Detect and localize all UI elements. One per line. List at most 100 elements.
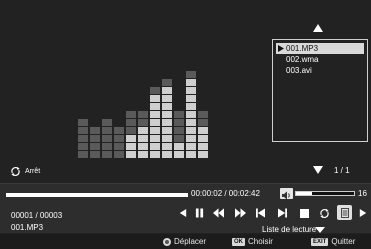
time-display: 00:00:02 / 00:02:42 — [191, 189, 260, 198]
hint-exit-label: Quitter — [331, 237, 356, 246]
rewind-icon — [212, 208, 224, 218]
hint-ok: OK Choisir — [232, 237, 273, 246]
equalizer-cell — [162, 103, 172, 110]
playlist-list: 001.MP3 002.wma 003.avi — [272, 39, 368, 142]
speaker-icon[interactable] — [280, 188, 293, 200]
skip-next-button[interactable] — [276, 207, 288, 219]
equalizer-cell — [102, 135, 112, 142]
exit-key: EXIT — [311, 237, 329, 246]
equalizer-cell — [162, 119, 172, 126]
repeat-button[interactable] — [318, 207, 330, 219]
equalizer-cell — [186, 95, 196, 102]
equalizer-cell — [162, 87, 172, 94]
equalizer-cell — [78, 127, 88, 134]
playlist-item[interactable]: 003.avi — [276, 65, 364, 76]
arrow-right-icon — [359, 209, 367, 217]
fast-forward-icon — [234, 208, 246, 218]
equalizer-cell — [90, 135, 100, 142]
hint-ok-label: Choisir — [248, 237, 273, 246]
equalizer-cell — [162, 79, 172, 86]
equalizer-cell — [138, 151, 148, 158]
equalizer-cell — [78, 151, 88, 158]
equalizer-cell — [102, 143, 112, 150]
equalizer-cell — [174, 135, 184, 142]
hint-exit: EXIT Quitter — [311, 237, 355, 246]
equalizer-cell — [186, 103, 196, 110]
equalizer-cell — [126, 119, 136, 126]
equalizer-cell — [150, 87, 160, 94]
triangle-up-icon[interactable] — [313, 24, 323, 32]
arrow-left-button[interactable] — [177, 207, 189, 219]
equalizer-cell — [114, 127, 124, 134]
equalizer-cell — [150, 111, 160, 118]
equalizer-cell — [186, 151, 196, 158]
arrow-left-icon — [179, 209, 187, 217]
playlist-item-label: 003.avi — [286, 66, 312, 75]
pause-button[interactable] — [193, 207, 205, 219]
equalizer-cell — [186, 135, 196, 142]
equalizer-cell — [78, 135, 88, 142]
triangle-down-icon[interactable] — [313, 166, 323, 174]
equalizer-cell — [162, 135, 172, 142]
triangle-down-icon[interactable] — [315, 227, 325, 233]
ok-key: OK — [232, 237, 245, 246]
equalizer-cell — [198, 151, 208, 158]
stop-button[interactable] — [298, 207, 310, 219]
skip-previous-button[interactable] — [254, 207, 266, 219]
track-counter: 00001 / 00003 — [11, 211, 63, 220]
equalizer-cell — [138, 111, 148, 118]
equalizer-cell — [90, 151, 100, 158]
equalizer-cell — [174, 127, 184, 134]
stop-icon — [299, 208, 309, 218]
dpad-icon — [163, 237, 171, 246]
equalizer-cell — [174, 143, 184, 150]
equalizer-cell — [138, 127, 148, 134]
playlist-item-label: 002.wma — [286, 55, 319, 64]
repeat-icon — [11, 166, 20, 177]
playlist-button[interactable] — [337, 205, 352, 220]
rewind-button[interactable] — [212, 207, 224, 219]
equalizer-cell — [174, 119, 184, 126]
equalizer-cell — [126, 151, 136, 158]
equalizer-cell — [78, 119, 88, 126]
volume-value: 16 — [358, 189, 367, 198]
equalizer-cell — [102, 127, 112, 134]
hint-move-label: Déplacer — [174, 237, 207, 246]
equalizer-cell — [162, 127, 172, 134]
equalizer-cell — [138, 143, 148, 150]
arrow-right-button[interactable] — [357, 207, 369, 219]
equalizer-cell — [114, 143, 124, 150]
equalizer-cell — [162, 143, 172, 150]
pause-icon — [195, 208, 203, 218]
playlist-item-label: 001.MP3 — [286, 44, 319, 53]
progress-bar[interactable] — [6, 193, 188, 197]
equalizer-cell — [138, 135, 148, 142]
play-indicator-icon — [278, 45, 284, 52]
equalizer-cell — [126, 135, 136, 142]
equalizer-cell — [78, 143, 88, 150]
equalizer-cell — [90, 127, 100, 134]
skip-next-icon — [277, 208, 287, 218]
control-bar: 00:00:02 / 00:02:42 16 00001 / 00003 001… — [0, 183, 371, 234]
playlist-icon — [340, 207, 349, 218]
equalizer-cell — [150, 143, 160, 150]
equalizer-cell — [186, 119, 196, 126]
equalizer-cell — [90, 143, 100, 150]
equalizer-cell — [198, 135, 208, 142]
volume-slider[interactable] — [295, 191, 355, 196]
playlist-item[interactable]: 002.wma — [276, 54, 364, 65]
playlist-label: Liste de lecture — [262, 225, 317, 234]
fast-forward-button[interactable] — [234, 207, 246, 219]
visualizer-area: Arrêt — [0, 0, 268, 182]
playlist-item[interactable]: 001.MP3 — [276, 43, 364, 54]
equalizer-cell — [186, 143, 196, 150]
equalizer-cell — [150, 95, 160, 102]
repeat-status-label: Arrêt — [25, 168, 41, 175]
equalizer-cell — [174, 111, 184, 118]
equalizer-cell — [162, 95, 172, 102]
equalizer-cell — [174, 151, 184, 158]
equalizer-cell — [162, 111, 172, 118]
equalizer-cell — [198, 143, 208, 150]
equalizer-cell — [186, 127, 196, 134]
equalizer-cell — [126, 111, 136, 118]
